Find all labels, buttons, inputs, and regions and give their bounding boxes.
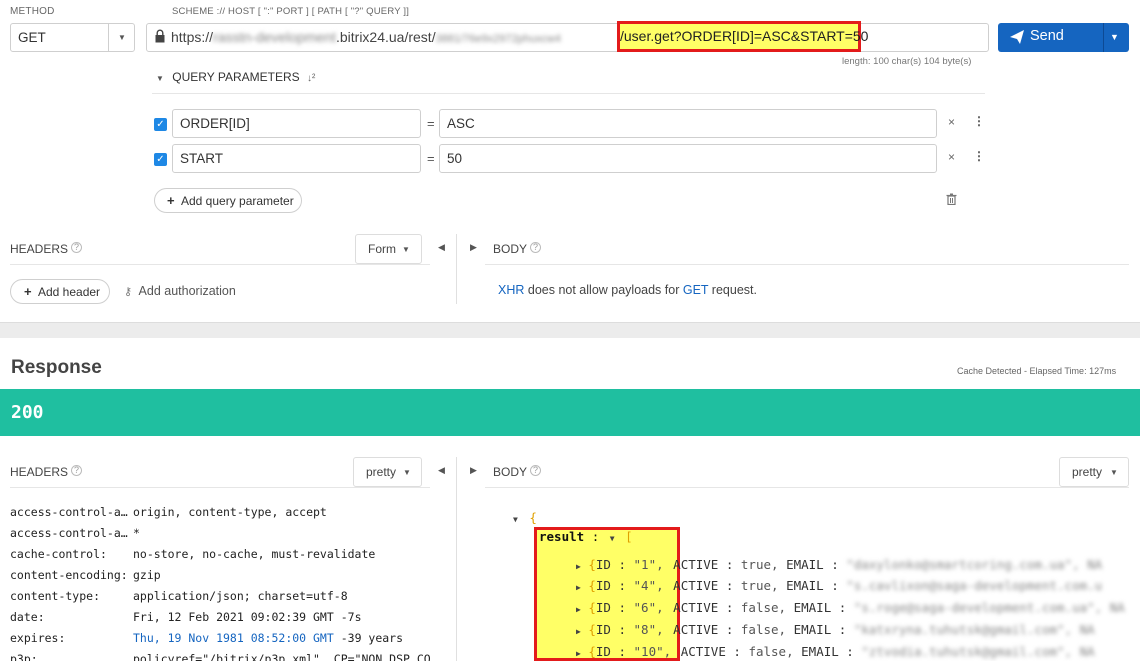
json-result-key: result : ▼ [ [539, 529, 633, 544]
remove-param-icon[interactable]: × [948, 115, 955, 129]
body-pretty-select[interactable]: pretty ▼ [1059, 457, 1129, 487]
param-name: START [180, 151, 224, 166]
request-body-title: BODY? [493, 242, 542, 256]
json-array-item: ▶ {ID : "10", ACTIVE : false, EMAIL : "z… [576, 644, 1095, 659]
response-header-row: content-encoding: gzip [10, 568, 161, 582]
param-value-input[interactable]: ASC [439, 109, 937, 138]
add-authorization-label: Add authorization [138, 284, 236, 298]
collapse-left-icon[interactable]: ◀ [438, 242, 445, 253]
lock-icon [155, 29, 165, 43]
url-prefix: https:// [171, 29, 214, 45]
chevron-down-icon: ▼ [118, 33, 126, 42]
chevron-down-icon: ▼ [1110, 468, 1118, 477]
url-host: .bitrix24.ua/rest/ [335, 29, 436, 45]
plus-icon: + [167, 193, 175, 208]
cache-info: Cache Detected - Elapsed Time: 127ms [957, 366, 1117, 376]
length-info: length: 100 char(s) 104 byte(s) [842, 56, 972, 67]
param-name-input[interactable]: ORDER[ID] [172, 109, 421, 138]
plus-icon: + [24, 284, 32, 299]
trash-icon[interactable] [946, 193, 957, 208]
equals-sign: = [427, 116, 435, 131]
param-name-input[interactable]: START [172, 144, 421, 173]
response-header-row: date: Fri, 12 Feb 2021 09:02:39 GMT -7s [10, 610, 362, 624]
collapse-right-icon[interactable]: ▶ [470, 465, 477, 476]
add-header-label: Add header [38, 285, 101, 299]
response-header-row: p3p: policyref="/bitrix/p3p.xml", CP="NON… [10, 652, 431, 661]
param-name: ORDER[ID] [180, 116, 250, 131]
json-array-item: ▶ {ID : "1", ACTIVE : true, EMAIL : "dax… [576, 557, 1103, 572]
collapse-left-icon[interactable]: ◀ [438, 465, 445, 476]
method-value: GET [18, 30, 46, 45]
method-label: METHOD [10, 6, 55, 17]
more-options-icon[interactable]: ⋮ [973, 114, 985, 128]
json-root: ▼ { [513, 510, 537, 525]
caret-right-icon[interactable]: ▶ [576, 562, 581, 571]
response-body-title: BODY? [493, 465, 542, 479]
response-headers-title: HEADERS? [10, 465, 83, 479]
get-link[interactable]: GET [683, 283, 708, 297]
caret-down-icon: ▼ [156, 74, 164, 83]
chevron-down-icon: ▼ [402, 245, 410, 254]
response-header-row: content-type: application/json; charset=u… [10, 589, 348, 603]
send-button[interactable]: Send ▼ [998, 23, 1129, 52]
url-token-redacted: 3881/76e9x2972phuxcw4 [435, 33, 561, 45]
param-checkbox[interactable]: ✓ [154, 153, 167, 166]
add-query-param-label: Add query parameter [181, 194, 294, 208]
response-header-row: access-control-al… * [10, 526, 140, 540]
section-divider [0, 322, 1140, 338]
query-params-toggle[interactable]: ▼ QUERY PARAMETERS ↓² [156, 70, 315, 84]
body-info-message: XHR does not allow payloads for GET requ… [498, 283, 757, 297]
param-value-input[interactable]: 50 [439, 144, 937, 173]
headers-format-value: Form [368, 242, 396, 256]
add-query-param-button[interactable]: + Add query parameter [154, 188, 302, 213]
help-icon[interactable]: ? [530, 465, 542, 476]
add-authorization-link[interactable]: ⚷ Add authorization [124, 284, 236, 298]
param-value: ASC [447, 116, 475, 131]
response-header-row: expires: Thu, 19 Nov 1981 08:52:00 GMT -3… [10, 631, 404, 645]
caret-right-icon[interactable]: ▶ [576, 649, 581, 658]
scheme-label: SCHEME :// HOST [ ":" PORT ] [ PATH [ "?… [172, 6, 410, 17]
help-icon[interactable]: ? [71, 465, 83, 476]
url-input[interactable]: https://rasstn-development.bitrix24.ua/r… [146, 21, 989, 52]
caret-right-icon[interactable]: ▶ [576, 605, 581, 614]
json-result-highlight [534, 527, 680, 661]
collapse-right-icon[interactable]: ▶ [470, 242, 477, 253]
url-host-redacted: rasstn-development [213, 29, 336, 45]
caret-down-icon[interactable]: ▼ [513, 515, 518, 524]
param-checkbox[interactable]: ✓ [154, 118, 167, 131]
send-icon [1010, 30, 1024, 47]
status-code: 200 [11, 402, 44, 423]
remove-param-icon[interactable]: × [948, 150, 955, 164]
method-select[interactable]: GET ▼ [10, 23, 135, 52]
equals-sign: = [427, 151, 435, 166]
help-icon[interactable]: ? [530, 242, 542, 253]
headers-format-select[interactable]: Form ▼ [355, 234, 422, 264]
caret-right-icon[interactable]: ▶ [576, 627, 581, 636]
sort-icon[interactable]: ↓² [307, 73, 315, 84]
headers-pretty-value: pretty [366, 465, 397, 479]
response-header-row: access-control-al… origin, content-type, … [10, 505, 327, 519]
send-label: Send [1030, 28, 1064, 44]
add-header-button[interactable]: + Add header [10, 279, 110, 304]
headers-pretty-select[interactable]: pretty ▼ [353, 457, 422, 487]
send-options-icon[interactable]: ▼ [1110, 32, 1119, 42]
caret-right-icon[interactable]: ▶ [576, 583, 581, 592]
xhr-link[interactable]: XHR [498, 283, 524, 297]
status-bar: 200 [0, 389, 1140, 436]
json-array-item: ▶ {ID : "6", ACTIVE : false, EMAIL : "s.… [576, 600, 1125, 615]
more-options-icon[interactable]: ⋮ [973, 149, 985, 163]
url-highlight: /user.get?ORDER[ID]=ASC&START=50 [617, 21, 868, 52]
response-header-row: cache-control: no-store, no-cache, must-r… [10, 547, 376, 561]
query-params-label: QUERY PARAMETERS [172, 70, 300, 84]
help-icon[interactable]: ? [71, 242, 83, 253]
param-value: 50 [447, 151, 463, 166]
caret-down-icon[interactable]: ▼ [610, 534, 615, 543]
chevron-down-icon: ▼ [403, 468, 411, 477]
json-array-item: ▶ {ID : "4", ACTIVE : true, EMAIL : "s.c… [576, 578, 1103, 593]
response-title: Response [11, 357, 102, 378]
key-icon: ⚷ [124, 286, 133, 298]
json-array-item: ▶ {ID : "8", ACTIVE : false, EMAIL : "ka… [576, 622, 1095, 637]
body-pretty-value: pretty [1072, 465, 1103, 479]
request-headers-title: HEADERS? [10, 242, 83, 256]
